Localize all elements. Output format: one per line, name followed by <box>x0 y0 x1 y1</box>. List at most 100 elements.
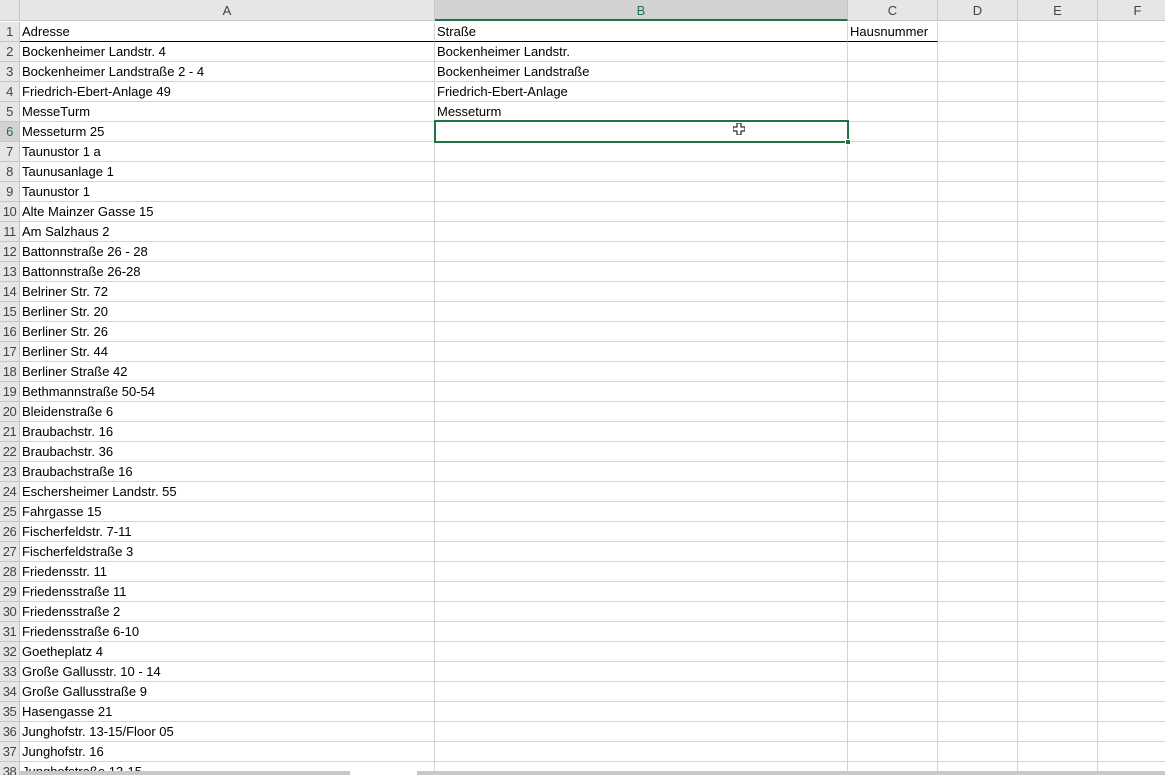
cell-b12[interactable] <box>435 242 848 262</box>
cell-a16[interactable]: Berliner Str. 26 <box>20 322 435 342</box>
cell-f24[interactable] <box>1098 482 1165 502</box>
cell-a6[interactable]: Messeturm 25 <box>20 122 435 142</box>
cell-c12[interactable] <box>848 242 938 262</box>
cell-a21[interactable]: Braubachstr. 16 <box>20 422 435 442</box>
cell-e37[interactable] <box>1018 742 1098 762</box>
cell-e21[interactable] <box>1018 422 1098 442</box>
cell-a1[interactable]: Adresse <box>20 22 435 42</box>
cell-f35[interactable] <box>1098 702 1165 722</box>
cell-c36[interactable] <box>848 722 938 742</box>
row-header[interactable]: 17 <box>0 342 20 362</box>
cell-f13[interactable] <box>1098 262 1165 282</box>
cell-f20[interactable] <box>1098 402 1165 422</box>
cell-d21[interactable] <box>938 422 1018 442</box>
cell-c28[interactable] <box>848 562 938 582</box>
cell-e4[interactable] <box>1018 82 1098 102</box>
cell-f28[interactable] <box>1098 562 1165 582</box>
cell-d28[interactable] <box>938 562 1018 582</box>
cell-b13[interactable] <box>435 262 848 282</box>
cell-b22[interactable] <box>435 442 848 462</box>
cell-d37[interactable] <box>938 742 1018 762</box>
cell-a30[interactable]: Friedensstraße 2 <box>20 602 435 622</box>
cell-c25[interactable] <box>848 502 938 522</box>
cell-a3[interactable]: Bockenheimer Landstraße 2 - 4 <box>20 62 435 82</box>
cell-a15[interactable]: Berliner Str. 20 <box>20 302 435 322</box>
cell-f11[interactable] <box>1098 222 1165 242</box>
cell-a25[interactable]: Fahrgasse 15 <box>20 502 435 522</box>
cell-c3[interactable] <box>848 62 938 82</box>
row-header[interactable]: 31 <box>0 622 20 642</box>
cell-a24[interactable]: Eschersheimer Landstr. 55 <box>20 482 435 502</box>
column-header-d[interactable]: D <box>938 0 1018 21</box>
cell-b36[interactable] <box>435 722 848 742</box>
row-header[interactable]: 36 <box>0 722 20 742</box>
cell-c35[interactable] <box>848 702 938 722</box>
cell-e17[interactable] <box>1018 342 1098 362</box>
cell-c16[interactable] <box>848 322 938 342</box>
row-header[interactable]: 33 <box>0 662 20 682</box>
cell-e32[interactable] <box>1018 642 1098 662</box>
cell-a31[interactable]: Friedensstraße 6-10 <box>20 622 435 642</box>
cell-d22[interactable] <box>938 442 1018 462</box>
fill-handle[interactable] <box>845 139 851 145</box>
cell-e33[interactable] <box>1018 662 1098 682</box>
cell-b10[interactable] <box>435 202 848 222</box>
cell-b20[interactable] <box>435 402 848 422</box>
cell-e34[interactable] <box>1018 682 1098 702</box>
row-header[interactable]: 28 <box>0 562 20 582</box>
cell-a8[interactable]: Taunusanlage 1 <box>20 162 435 182</box>
cell-b14[interactable] <box>435 282 848 302</box>
cell-f9[interactable] <box>1098 182 1165 202</box>
cell-f18[interactable] <box>1098 362 1165 382</box>
cell-a28[interactable]: Friedensstr. 11 <box>20 562 435 582</box>
cell-f23[interactable] <box>1098 462 1165 482</box>
cell-d24[interactable] <box>938 482 1018 502</box>
cell-a22[interactable]: Braubachstr. 36 <box>20 442 435 462</box>
cell-e24[interactable] <box>1018 482 1098 502</box>
cell-b7[interactable] <box>435 142 848 162</box>
cell-a17[interactable]: Berliner Str. 44 <box>20 342 435 362</box>
cell-c15[interactable] <box>848 302 938 322</box>
row-header[interactable]: 20 <box>0 402 20 422</box>
row-header[interactable]: 4 <box>0 82 20 102</box>
cell-b35[interactable] <box>435 702 848 722</box>
cell-a18[interactable]: Berliner Straße 42 <box>20 362 435 382</box>
cell-d31[interactable] <box>938 622 1018 642</box>
cell-e13[interactable] <box>1018 262 1098 282</box>
cell-c8[interactable] <box>848 162 938 182</box>
cell-b4[interactable]: Friedrich-Ebert-Anlage <box>435 82 848 102</box>
row-header[interactable]: 16 <box>0 322 20 342</box>
cell-a33[interactable]: Große Gallusstr. 10 - 14 <box>20 662 435 682</box>
cell-b19[interactable] <box>435 382 848 402</box>
cell-e23[interactable] <box>1018 462 1098 482</box>
cell-c26[interactable] <box>848 522 938 542</box>
cell-b26[interactable] <box>435 522 848 542</box>
cell-c1[interactable]: Hausnummer <box>848 22 938 42</box>
cell-c32[interactable] <box>848 642 938 662</box>
cell-b29[interactable] <box>435 582 848 602</box>
cell-e14[interactable] <box>1018 282 1098 302</box>
cell-a9[interactable]: Taunustor 1 <box>20 182 435 202</box>
row-header[interactable]: 2 <box>0 42 20 62</box>
cell-d33[interactable] <box>938 662 1018 682</box>
cell-e26[interactable] <box>1018 522 1098 542</box>
cell-f37[interactable] <box>1098 742 1165 762</box>
column-header-a[interactable]: A <box>20 0 435 21</box>
cell-f21[interactable] <box>1098 422 1165 442</box>
cell-e25[interactable] <box>1018 502 1098 522</box>
cell-b27[interactable] <box>435 542 848 562</box>
row-header[interactable]: 38 <box>0 762 20 775</box>
row-header[interactable]: 21 <box>0 422 20 442</box>
cell-d5[interactable] <box>938 102 1018 122</box>
cell-f34[interactable] <box>1098 682 1165 702</box>
column-header-e[interactable]: E <box>1018 0 1098 21</box>
cell-f1[interactable] <box>1098 22 1165 42</box>
cell-f29[interactable] <box>1098 582 1165 602</box>
cell-d16[interactable] <box>938 322 1018 342</box>
cell-d1[interactable] <box>938 22 1018 42</box>
cell-e30[interactable] <box>1018 602 1098 622</box>
cell-a35[interactable]: Hasengasse 21 <box>20 702 435 722</box>
cell-d29[interactable] <box>938 582 1018 602</box>
cell-c7[interactable] <box>848 142 938 162</box>
cell-f19[interactable] <box>1098 382 1165 402</box>
